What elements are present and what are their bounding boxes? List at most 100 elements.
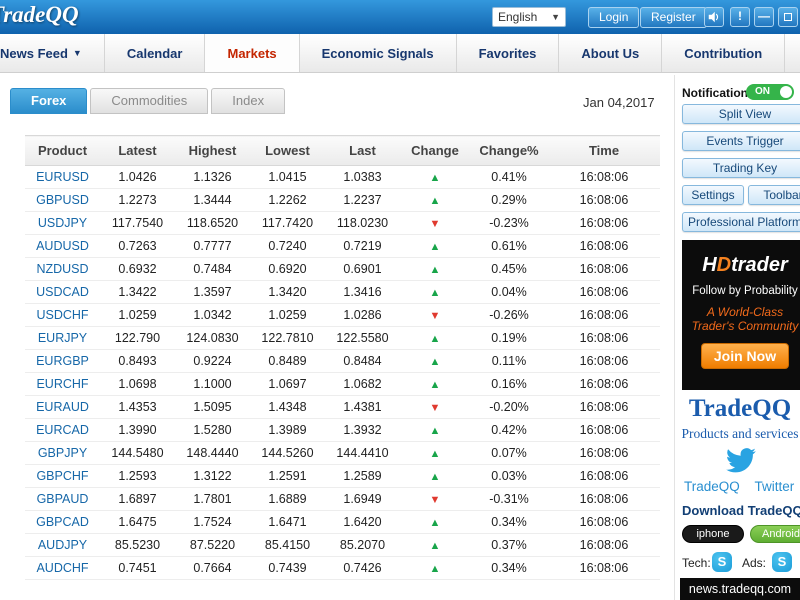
change-pct-cell: -0.31% (470, 487, 548, 511)
change-cell: ▲ (400, 418, 470, 442)
minimize-icon[interactable]: — (754, 7, 774, 27)
table-row[interactable]: GBPJPY 144.5480 148.4440 144.5260 144.4410 ▲ 0… (25, 441, 660, 465)
product-link[interactable]: GBPCAD (36, 515, 89, 529)
skype-icon[interactable]: S (712, 552, 732, 572)
sound-icon[interactable] (704, 7, 724, 27)
product-link[interactable]: GBPAUD (37, 492, 89, 506)
sidebar-footer-link[interactable]: news.tradeqq.com (680, 578, 800, 600)
tech-contact-label: Tech: (682, 556, 711, 570)
product-link[interactable]: EURAUD (36, 400, 89, 414)
nav-item-favorites[interactable]: Favorites (457, 34, 560, 72)
time-cell: 16:08:06 (548, 464, 660, 488)
product-link[interactable]: EURCHF (36, 377, 88, 391)
android-app-button[interactable]: Android (750, 525, 800, 543)
change-cell: ▲ (400, 280, 470, 304)
table-row[interactable]: AUDCHF 0.7451 0.7664 0.7439 0.7426 ▲ 0.34% 16:0… (25, 556, 660, 580)
nav-item-contribution[interactable]: Contribution (662, 34, 786, 72)
settings-button[interactable]: Settings (682, 185, 744, 205)
nav-item-economic-signals[interactable]: Economic Signals (300, 34, 457, 72)
toolbar-button[interactable]: Toolbar (748, 185, 800, 205)
notifications-toggle[interactable]: ON (746, 84, 794, 100)
table-row[interactable]: EURCAD 1.3990 1.5280 1.3989 1.3932 ▲ 0.42% 16:0… (25, 418, 660, 442)
quotes-table: Product Latest Highest Lowest Last Chang… (25, 135, 660, 580)
table-row[interactable]: NZDUSD 0.6932 0.7484 0.6920 0.6901 ▲ 0.45% 16:0… (25, 257, 660, 281)
tab-index[interactable]: Index (211, 88, 286, 114)
login-button[interactable]: Login (588, 7, 640, 28)
product-link[interactable]: GBPJPY (38, 446, 87, 460)
nav-item-news-feed[interactable]: News Feed ▼ (0, 34, 105, 72)
ads-contact-label: Ads: (742, 556, 767, 570)
product-link[interactable]: NZDUSD (36, 262, 88, 276)
table-row[interactable]: USDCAD 1.3422 1.3597 1.3420 1.3416 ▲ 0.04% 16:0… (25, 280, 660, 304)
table-row[interactable]: GBPCAD 1.6475 1.7524 1.6471 1.6420 ▲ 0.34% 16:0… (25, 510, 660, 534)
language-select[interactable]: English ▼ (492, 7, 566, 27)
split-view-button[interactable]: Split View (682, 104, 800, 124)
table-row[interactable]: GBPAUD 1.6897 1.7801 1.6889 1.6949 ▼ -0.31% 16:… (25, 487, 660, 511)
register-button[interactable]: Register (640, 7, 707, 28)
product-link[interactable]: EURJPY (38, 331, 87, 345)
time-cell: 16:08:06 (548, 441, 660, 465)
product-link[interactable]: USDJPY (38, 216, 87, 230)
change-pct-cell: 0.37% (470, 533, 548, 557)
last-cell: 85.2070 (325, 533, 400, 557)
product-link[interactable]: AUDCHF (36, 561, 88, 575)
table-row[interactable]: GBPCHF 1.2593 1.3122 1.2591 1.2589 ▲ 0.03% 16:0… (25, 464, 660, 488)
tab-forex[interactable]: Forex (10, 88, 88, 114)
table-row[interactable]: GBPUSD 1.2273 1.3444 1.2262 1.2237 ▲ 0.29% 16:0… (25, 188, 660, 212)
change-pct-cell: 0.07% (470, 441, 548, 465)
maximize-icon[interactable] (778, 7, 798, 27)
product-cell: EURUSD (25, 165, 100, 189)
ad-line-community: Trader's Community (691, 319, 799, 333)
table-row[interactable]: USDJPY 117.7540 118.6520 117.7420 118.0230 ▼ -… (25, 211, 660, 235)
change-pct-cell: -0.23% (470, 211, 548, 235)
sidebar: Notifications ON Split View Events Trigg… (680, 75, 800, 600)
last-cell: 1.2589 (325, 464, 400, 488)
table-row[interactable]: AUDJPY 85.5230 87.5220 85.4150 85.2070 ▲ 0.37%… (25, 533, 660, 557)
table-row[interactable]: EURCHF 1.0698 1.1000 1.0697 1.0682 ▲ 0.16% 16:0… (25, 372, 660, 396)
last-cell: 0.8484 (325, 349, 400, 373)
change-pct-cell: 0.04% (470, 280, 548, 304)
product-link[interactable]: AUDJPY (38, 538, 87, 552)
hdtrader-ad-banner[interactable]: HDtrader Follow by Probability A World-C… (682, 240, 800, 390)
twitter-bird-icon[interactable] (726, 448, 756, 479)
product-link[interactable]: USDCAD (36, 285, 89, 299)
highest-cell: 148.4440 (175, 441, 250, 465)
events-trigger-button[interactable]: Events Trigger (682, 131, 800, 151)
twitter-handle-line[interactable]: TradeQQ Twitter (684, 479, 800, 494)
nav-item-markets[interactable]: Markets (205, 34, 300, 72)
product-link[interactable]: EURUSD (36, 170, 89, 184)
product-link[interactable]: AUDUSD (36, 239, 89, 253)
alert-icon[interactable]: ! (730, 7, 750, 27)
tab-commodities[interactable]: Commodities (90, 88, 209, 114)
highest-cell: 1.1000 (175, 372, 250, 396)
table-row[interactable]: EURAUD 1.4353 1.5095 1.4348 1.4381 ▼ -0.20% 16:… (25, 395, 660, 419)
download-app-heading: Download TradeQQ App (682, 503, 800, 518)
product-link[interactable]: EURCAD (36, 423, 89, 437)
table-row[interactable]: AUDUSD 0.7263 0.7777 0.7240 0.7219 ▲ 0.61% 16:0… (25, 234, 660, 258)
table-row[interactable]: USDCHF 1.0259 1.0342 1.0259 1.0286 ▼ -0.26% 16:… (25, 303, 660, 327)
lowest-cell: 0.6920 (250, 257, 325, 281)
join-now-button[interactable]: Join Now (701, 343, 789, 369)
change-pct-cell: 0.03% (470, 464, 548, 488)
product-cell: EURAUD (25, 395, 100, 419)
table-row[interactable]: EURJPY 122.790 124.0830 122.7810 122.5580 ▲ 0.… (25, 326, 660, 350)
col-header-highest: Highest (175, 135, 250, 166)
nav-item-about-us[interactable]: About Us (559, 34, 663, 72)
lowest-cell: 1.3989 (250, 418, 325, 442)
up-arrow-icon: ▲ (429, 379, 441, 391)
trading-key-button[interactable]: Trading Key (682, 158, 800, 178)
table-row[interactable]: EURUSD 1.0426 1.1326 1.0415 1.0383 ▲ 0.41% 16:0… (25, 165, 660, 189)
product-link[interactable]: EURGBP (36, 354, 89, 368)
iphone-app-button[interactable]: iphone (682, 525, 744, 543)
skype-icon[interactable]: S (772, 552, 792, 572)
product-link[interactable]: GBPUSD (36, 193, 89, 207)
table-row[interactable]: EURGBP 0.8493 0.9224 0.8489 0.8484 ▲ 0.11% 16:0… (25, 349, 660, 373)
nav-item-calendar[interactable]: Calendar (105, 34, 206, 72)
product-link[interactable]: USDCHF (36, 308, 88, 322)
nav-item-label: Economic Signals (321, 45, 434, 61)
product-link[interactable]: GBPCHF (36, 469, 88, 483)
highest-cell: 1.5280 (175, 418, 250, 442)
last-cell: 144.4410 (325, 441, 400, 465)
professional-platform-button[interactable]: Professional Platform (682, 212, 800, 232)
change-cell: ▼ (400, 487, 470, 511)
